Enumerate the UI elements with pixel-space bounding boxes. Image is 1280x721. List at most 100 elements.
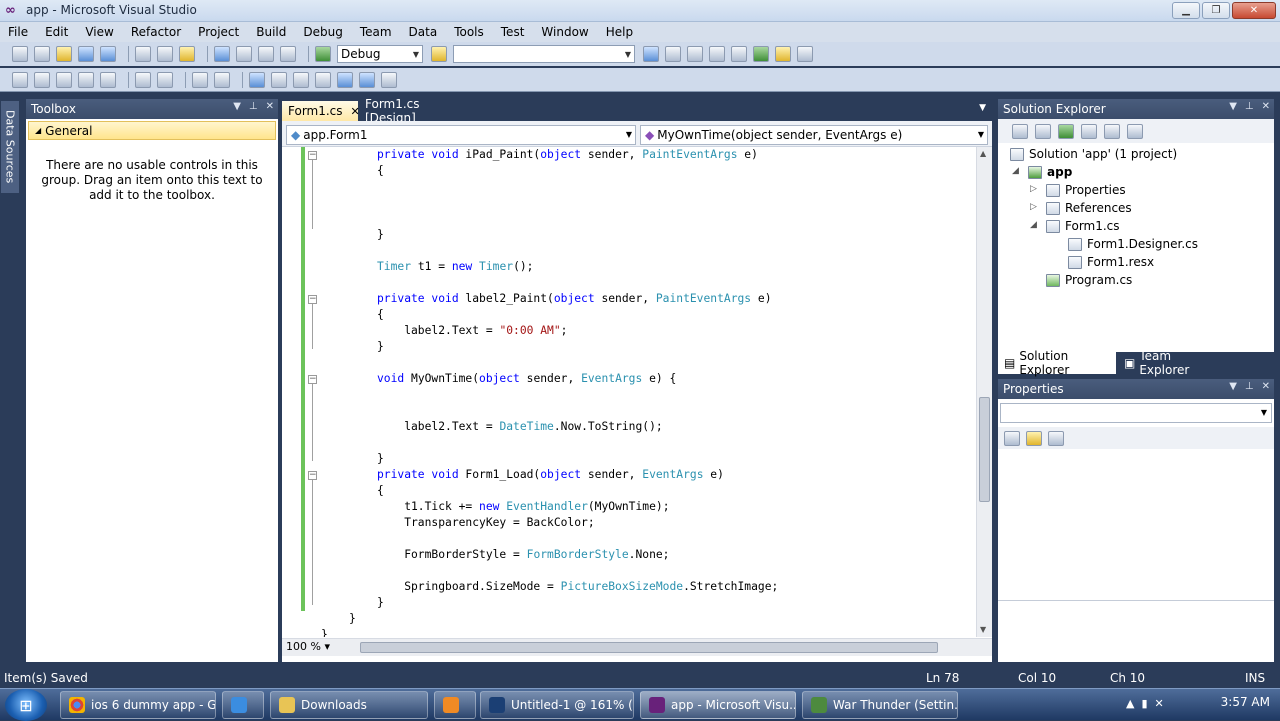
types-dropdown[interactable]: ◆ app.Form1 ▼ (286, 125, 636, 145)
complete-word-icon[interactable] (78, 71, 94, 88)
alphabetical-icon[interactable] (1026, 430, 1042, 446)
menu-project[interactable]: Project (194, 25, 243, 39)
toolbox-group-general[interactable]: ◢ General (28, 121, 276, 140)
menu-help[interactable]: Help (602, 25, 637, 39)
scroll-down-icon[interactable]: ▼ (980, 625, 986, 634)
previous-bookmark-in-folder-icon[interactable] (315, 71, 331, 88)
vertical-scrollbar[interactable]: ▲ ▼ (976, 147, 992, 637)
extension-manager-icon[interactable] (731, 46, 747, 62)
code-line[interactable]: private void Form1_Load(object sender, E… (377, 467, 724, 483)
minimize-button[interactable]: ▁ (1172, 2, 1200, 19)
collapse-region-icon[interactable]: − (308, 375, 317, 384)
copy-icon[interactable] (157, 46, 173, 62)
command-window-icon[interactable] (775, 46, 791, 62)
taskbar-item-photoshop[interactable]: Untitled-1 @ 161% (L... (480, 691, 634, 719)
tree-node-solution[interactable]: Solution 'app' (1 project) (1010, 145, 1177, 163)
tab-team-explorer[interactable]: ▣ Team Explorer (1118, 349, 1228, 377)
show-hidden-icons-icon[interactable]: ▲ (1126, 697, 1134, 710)
menu-test[interactable]: Test (497, 25, 529, 39)
pin-icon[interactable]: ⊥ (249, 101, 258, 112)
pin-icon[interactable]: ⊥ (1245, 381, 1254, 392)
toolbox-icon[interactable] (709, 46, 725, 62)
taskbar-item-war-thunder[interactable]: War Thunder (Settin... (802, 691, 958, 719)
close-icon[interactable]: ✕ (266, 101, 274, 112)
code-line[interactable]: { (377, 483, 384, 499)
taskbar-item-ie[interactable] (222, 691, 264, 719)
menu-data[interactable]: Data (405, 25, 442, 39)
collapse-region-icon[interactable]: − (308, 471, 317, 480)
decrease-indent-icon[interactable] (135, 71, 151, 88)
next-bookmark-icon[interactable] (293, 71, 309, 88)
show-all-files-icon[interactable] (1035, 123, 1051, 139)
clock[interactable]: 3:57 AM (1221, 695, 1270, 709)
pin-icon[interactable]: ⊥ (1245, 101, 1254, 112)
code-line[interactable]: } (377, 227, 384, 243)
code-line[interactable]: FormBorderStyle = FormBorderStyle.None; (377, 547, 669, 563)
categorized-icon[interactable] (1004, 430, 1020, 446)
zoom-level[interactable]: 100 % ▾ (286, 640, 330, 653)
start-debugging-icon[interactable] (315, 46, 331, 62)
tab-form1-cs[interactable]: Form1.cs ✕ (282, 101, 360, 121)
code-line[interactable]: { (377, 307, 384, 323)
next-bookmark-in-folder-icon[interactable] (337, 71, 353, 88)
code-line[interactable]: void MyOwnTime(object sender, EventArgs … (377, 371, 676, 387)
menu-refactor[interactable]: Refactor (127, 25, 185, 39)
tree-node-references[interactable]: ▷ References (1030, 199, 1132, 217)
object-browser-icon[interactable] (687, 46, 703, 62)
horizontal-scrollbar[interactable] (360, 642, 938, 653)
tree-node-form1-resx[interactable]: Form1.resx (1068, 253, 1154, 271)
navigate-backward-icon[interactable] (258, 46, 274, 62)
code-line[interactable]: Springboard.SizeMode = PictureBoxSizeMod… (377, 579, 778, 595)
toggle-bookmark-icon[interactable] (249, 71, 265, 88)
close-button[interactable]: ✕ (1232, 2, 1276, 19)
maximize-button[interactable]: ❐ (1202, 2, 1230, 19)
code-area[interactable]: − − − − private void iPad_Paint(object s… (282, 147, 976, 637)
tree-node-form1-cs[interactable]: ◢ Form1.cs (1030, 217, 1120, 235)
collapsed-triangle-icon[interactable]: ▷ (1030, 202, 1037, 212)
taskbar-item-media-player[interactable] (434, 691, 476, 719)
taskbar-item-downloads[interactable]: Downloads (270, 691, 428, 719)
code-line[interactable]: label2.Text = DateTime.Now.ToString(); (377, 419, 662, 435)
menu-view[interactable]: View (81, 25, 117, 39)
refresh-icon[interactable] (1058, 123, 1074, 139)
menu-debug[interactable]: Debug (299, 25, 346, 39)
clear-bookmarks-icon[interactable] (359, 71, 375, 88)
find-combo[interactable]: ▼ (453, 45, 635, 63)
menu-edit[interactable]: Edit (41, 25, 72, 39)
code-line[interactable]: } (377, 595, 384, 611)
find-in-files-icon[interactable] (431, 46, 447, 62)
taskbar-item-chrome[interactable]: ios 6 dummy app - G... (60, 691, 216, 719)
code-line[interactable]: Timer t1 = new Timer(); (377, 259, 533, 275)
collapsed-triangle-icon[interactable]: ▷ (1030, 184, 1037, 194)
scroll-thumb[interactable] (979, 397, 990, 502)
expanded-triangle-icon[interactable]: ◢ (1012, 166, 1019, 176)
code-line[interactable]: } (321, 627, 328, 637)
volume-muted-icon[interactable]: ✕ (1155, 697, 1164, 710)
window-position-icon[interactable]: ▼ (1229, 381, 1237, 392)
open-file-icon[interactable] (56, 46, 72, 62)
cut-icon[interactable] (135, 46, 151, 62)
network-icon[interactable]: ▮ (1141, 697, 1147, 710)
tree-node-project[interactable]: ◢ app (1012, 163, 1072, 181)
tree-node-properties[interactable]: ▷ Properties (1030, 181, 1126, 199)
collapse-region-icon[interactable]: − (308, 295, 317, 304)
code-line[interactable]: label2.Text = "0:00 AM"; (377, 323, 567, 339)
close-icon[interactable]: ✕ (1262, 101, 1270, 112)
expanded-triangle-icon[interactable]: ◢ (1030, 220, 1037, 230)
increase-indent-icon[interactable] (157, 71, 173, 88)
object-selector[interactable]: ▼ (1000, 403, 1272, 423)
properties-icon[interactable] (1012, 123, 1028, 139)
toolbar-options-icon[interactable] (797, 46, 813, 62)
quick-info-icon[interactable] (56, 71, 72, 88)
data-sources-tab[interactable]: Data Sources (1, 101, 19, 193)
save-all-icon[interactable] (100, 46, 116, 62)
view-code-icon[interactable] (1081, 123, 1097, 139)
save-icon[interactable] (78, 46, 94, 62)
redo-icon[interactable] (236, 46, 252, 62)
toolbar-options-icon[interactable] (381, 71, 397, 88)
uncomment-icon[interactable] (214, 71, 230, 88)
code-line[interactable]: } (377, 339, 384, 355)
menu-window[interactable]: Window (537, 25, 592, 39)
previous-bookmark-icon[interactable] (271, 71, 287, 88)
window-position-icon[interactable]: ▼ (233, 101, 241, 112)
